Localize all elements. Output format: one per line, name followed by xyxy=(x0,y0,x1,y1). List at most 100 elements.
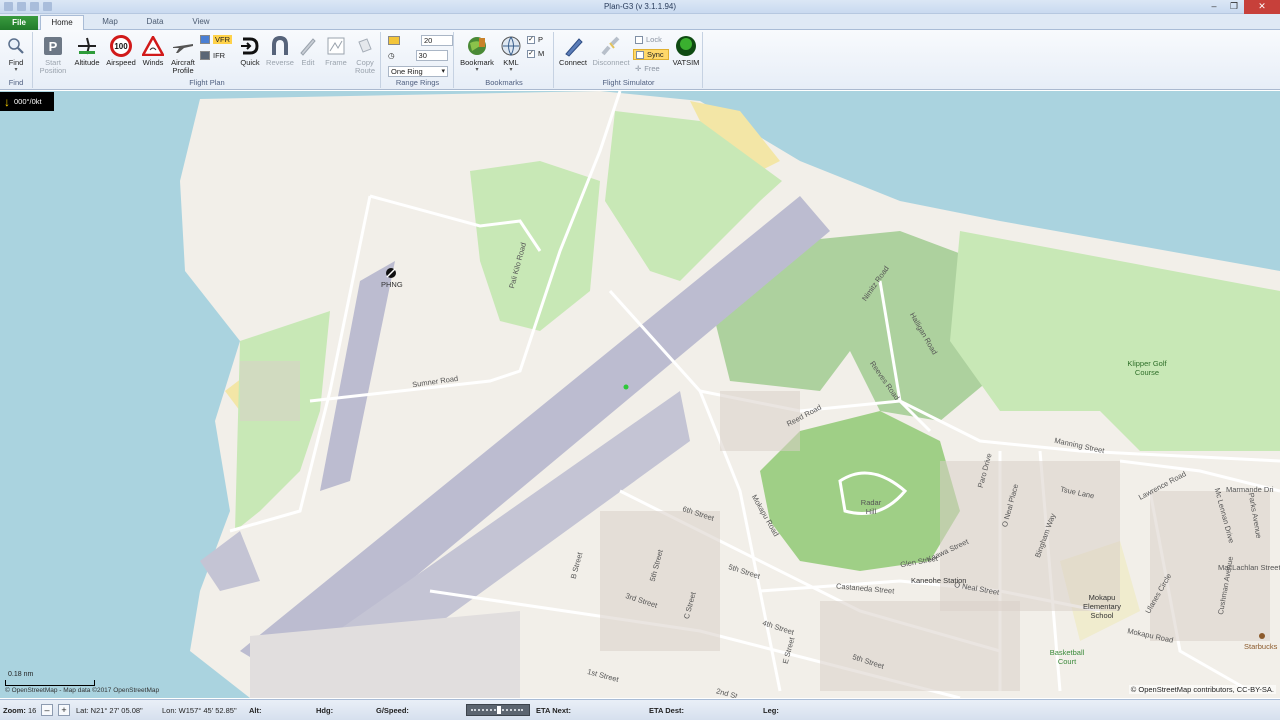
altitude-button[interactable]: Altitude xyxy=(72,35,102,67)
kml-button[interactable]: KML ▾ xyxy=(499,35,523,73)
frame-button[interactable]: Frame xyxy=(322,35,350,67)
ribbon-tabs: File Home Map Data View xyxy=(0,14,1280,31)
svg-text:100: 100 xyxy=(114,42,128,51)
lock-toggle[interactable]: Lock xyxy=(635,35,662,44)
tab-map[interactable]: Map xyxy=(92,15,128,30)
vatsim-globe-icon xyxy=(675,35,697,57)
range-time-input[interactable]: 30 xyxy=(415,50,448,61)
airspeed-button[interactable]: 100 Airspeed xyxy=(104,35,138,67)
disconnect-button[interactable]: Disconnect xyxy=(591,35,631,67)
free-toggle[interactable]: ✛ Free xyxy=(635,64,660,73)
airplane-icon xyxy=(172,35,194,57)
altitude-label: Altitude xyxy=(74,58,100,67)
wind-readout: ↓ 000°/0kt xyxy=(0,92,54,111)
start-position-button[interactable]: P Start Position xyxy=(36,35,70,75)
ifr-toggle[interactable]: IFR xyxy=(200,51,225,60)
poi-label[interactable]: Starbucks xyxy=(1244,642,1277,651)
sim-rate-slider[interactable] xyxy=(466,704,530,716)
m-checkbox[interactable]: ✓ M xyxy=(527,49,544,58)
copy-route-button[interactable]: Copy Route xyxy=(350,35,380,75)
scale-bar: 0.18 nm xyxy=(5,671,95,687)
group-label-flight-plan: Flight Plan xyxy=(189,78,225,87)
p-label: P xyxy=(538,35,544,44)
ribbon: Find ▾ Find P Start Position Altitude 10… xyxy=(0,30,1280,90)
vatsim-button[interactable]: VATSIM xyxy=(671,35,701,67)
maximize-button[interactable]: ❐ xyxy=(1224,0,1244,14)
lock-label: Lock xyxy=(646,35,662,44)
zoom-out-button[interactable]: – xyxy=(41,704,53,716)
tab-data[interactable]: Data xyxy=(137,15,173,30)
latitude-readout: Lat: N21° 27' 05.08" xyxy=(76,706,143,715)
altitude-readout: Alt: xyxy=(249,706,262,715)
winds-button[interactable]: Winds xyxy=(138,35,168,67)
copy-icon xyxy=(354,35,376,57)
find-button[interactable]: Find ▾ xyxy=(4,35,28,73)
checkbox-icon: ✓ xyxy=(527,49,535,58)
park-label: Klipper Golf Course xyxy=(1127,359,1167,377)
connect-button[interactable]: Connect xyxy=(557,35,589,67)
disconnect-label: Disconnect xyxy=(592,58,630,67)
groundspeed-readout: G/Speed: xyxy=(376,706,409,715)
scale-text: 0.18 nm xyxy=(8,671,34,678)
reverse-button[interactable]: Reverse xyxy=(264,35,296,67)
free-label: Free xyxy=(644,64,660,73)
unplug-icon xyxy=(600,35,622,57)
scale-bar-line xyxy=(5,680,95,686)
sync-label: Sync xyxy=(647,50,664,59)
globe-bookmark-icon xyxy=(466,35,488,57)
vfr-label: VFR xyxy=(213,35,232,44)
pencil-icon xyxy=(297,35,319,57)
slider-thumb[interactable] xyxy=(497,706,501,714)
sync-toggle[interactable]: Sync xyxy=(633,49,669,60)
tab-file[interactable]: File xyxy=(0,16,38,30)
map-view[interactable]: ↓ 000°/0kt PHNG Sumner Road Pali Kilo Ro… xyxy=(0,91,1280,698)
ring-mode-select[interactable]: One Ring xyxy=(388,66,448,77)
group-label-range-rings: Range Rings xyxy=(395,78,440,87)
ifr-swatch xyxy=(200,51,210,60)
minimize-button[interactable]: – xyxy=(1204,0,1224,14)
quick-button[interactable]: Quick xyxy=(236,35,264,67)
start-position-label: Start Position xyxy=(39,58,67,75)
winds-label: Winds xyxy=(142,58,164,67)
tab-view[interactable]: View xyxy=(183,15,219,30)
range-distance-input[interactable]: 20 xyxy=(421,35,453,46)
zoom-in-button[interactable]: + xyxy=(58,704,70,716)
quick-plan-icon xyxy=(239,35,261,57)
bookmark-button[interactable]: Bookmark ▾ xyxy=(457,35,497,73)
frame-label: Frame xyxy=(325,58,347,67)
parking-icon: P xyxy=(42,35,64,57)
map-attribution-right[interactable]: © OpenStreetMap contributors, CC-BY-SA. xyxy=(1128,685,1276,694)
clock-icon: ◷ xyxy=(388,51,395,60)
window-title: Plan-G3 (v 3.1.1.94) xyxy=(603,2,677,11)
close-button[interactable]: ✕ xyxy=(1244,0,1280,14)
zoom-label: Zoom: 16 xyxy=(3,706,37,715)
altitude-icon xyxy=(76,35,98,57)
bookmark-label: Bookmark xyxy=(460,58,494,67)
chevron-down-icon: ▾ xyxy=(475,67,479,73)
u-turn-icon xyxy=(269,35,291,57)
m-label: M xyxy=(538,49,545,58)
p-checkbox[interactable]: ✓ P xyxy=(527,35,543,44)
sync-icon xyxy=(636,50,644,59)
ifr-label: IFR xyxy=(213,51,226,60)
checkbox-icon: ✓ xyxy=(527,35,535,44)
heading-readout: Hdg: xyxy=(316,706,334,715)
school-label: Mokapu Elementary School xyxy=(1083,593,1121,620)
edit-button[interactable]: Edit xyxy=(296,35,320,67)
longitude-readout: Lon: W157° 45' 52.85" xyxy=(162,706,237,715)
aircraft-profile-label: Aircraft Profile xyxy=(171,58,195,75)
vatsim-label: VATSIM xyxy=(672,58,700,67)
connect-label: Connect xyxy=(559,58,587,67)
find-label: Find xyxy=(8,58,24,67)
group-label-find: Find xyxy=(8,78,24,87)
edit-label: Edit xyxy=(301,58,315,67)
vfr-toggle[interactable]: VFR xyxy=(200,35,232,44)
aircraft-profile-button[interactable]: Aircraft Profile xyxy=(168,35,198,75)
copy-route-label: Copy Route xyxy=(354,58,375,75)
range-time-row: ◷ 30 xyxy=(388,50,448,61)
place-label: Radar Hill xyxy=(860,498,882,516)
frame-icon xyxy=(325,35,347,57)
place-label: Basketball Court xyxy=(1049,648,1085,666)
tab-home[interactable]: Home xyxy=(40,15,84,31)
airport-label[interactable]: PHNG xyxy=(381,280,403,289)
